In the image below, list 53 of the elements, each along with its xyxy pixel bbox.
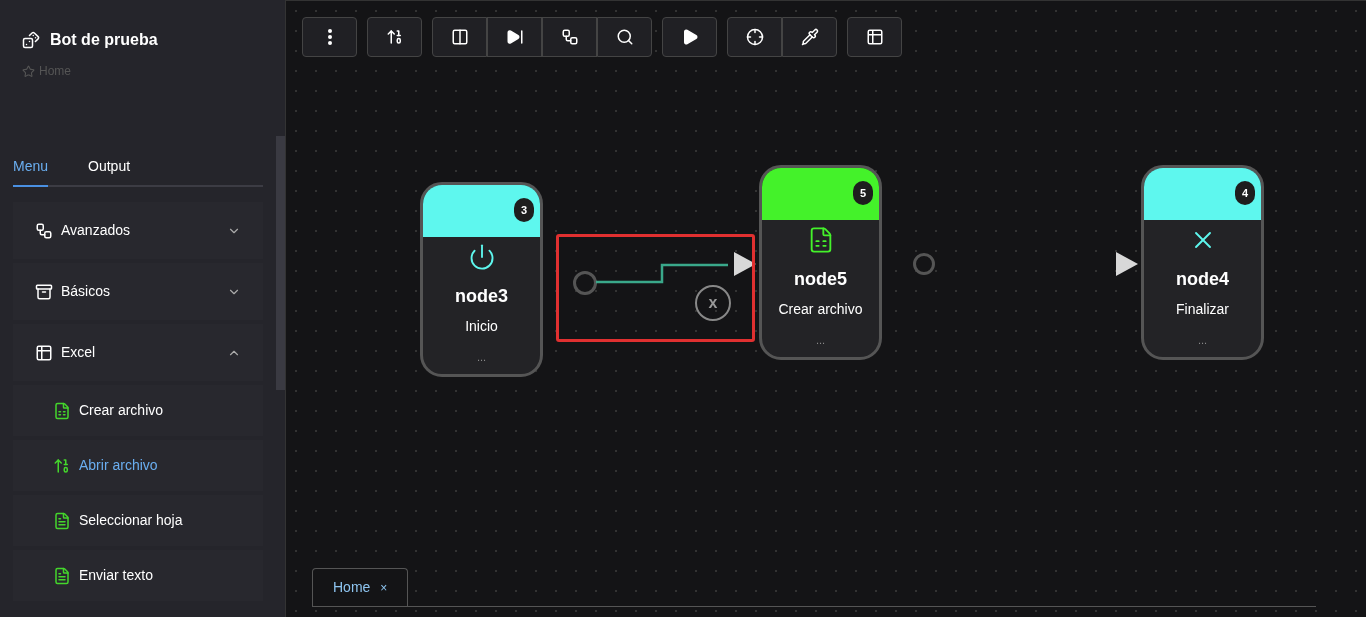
connect-button[interactable] — [542, 17, 597, 57]
eyedropper-icon — [800, 28, 819, 46]
table-icon — [865, 28, 884, 46]
nodes-icon — [560, 28, 579, 46]
document-icon — [53, 566, 71, 585]
node-label: Finalizar — [1176, 300, 1229, 319]
target-button[interactable] — [727, 17, 782, 57]
close-icon[interactable]: × — [380, 578, 388, 597]
more-vertical-icon — [327, 29, 332, 45]
sidebar-tab[interactable]: Menu — [13, 156, 49, 187]
sort-button[interactable] — [367, 17, 422, 57]
node-title: node3 — [455, 285, 508, 308]
skip-button[interactable] — [487, 17, 542, 57]
output-handle[interactable] — [913, 253, 935, 275]
archive-icon — [35, 282, 53, 301]
flow-node[interactable]: 5 node5 Crear archivo ... — [759, 165, 882, 360]
flow-node[interactable]: 3 node3 Inicio ... — [420, 182, 543, 377]
columns-icon — [450, 28, 469, 46]
node-label: Crear archivo — [778, 300, 863, 319]
node-badge: 5 — [853, 181, 873, 205]
fast-forward-icon — [505, 28, 524, 46]
node-more: ... — [476, 350, 487, 365]
node-badge: 3 — [514, 198, 534, 222]
node-title: node5 — [794, 268, 847, 291]
crosshair-icon — [745, 28, 764, 46]
input-arrow-handle[interactable] — [1116, 252, 1138, 276]
table-button[interactable] — [847, 17, 902, 57]
node-title: node4 — [1176, 268, 1229, 291]
sort-numeric-icon — [53, 456, 71, 475]
layout-button[interactable] — [432, 17, 487, 57]
network-icon — [35, 221, 53, 240]
table-icon — [35, 343, 53, 362]
run-button[interactable] — [662, 17, 717, 57]
spreadsheet-file-icon — [53, 401, 71, 420]
output-handle[interactable] — [573, 271, 597, 295]
search-button[interactable] — [597, 17, 652, 57]
sort-numeric-icon — [385, 28, 404, 46]
canvas-tab[interactable]: Home × — [312, 568, 409, 606]
node-label: Inicio — [465, 317, 498, 336]
star-icon — [22, 64, 35, 78]
node-more: ... — [815, 333, 826, 348]
scrollbar[interactable] — [276, 136, 285, 390]
document-icon — [53, 511, 71, 530]
picker-button[interactable] — [782, 17, 837, 57]
flow-node[interactable]: 4 node4 Finalizar ... — [1141, 165, 1264, 360]
search-icon — [615, 28, 634, 46]
app-title: Bot de prueba — [50, 30, 158, 50]
node-badge: 4 — [1235, 181, 1255, 205]
edge-selection-box[interactable]: x — [556, 234, 755, 342]
node-more: ... — [1197, 333, 1208, 348]
delete-edge-button[interactable]: x — [695, 285, 731, 321]
more-button[interactable] — [302, 17, 357, 57]
sidebar-tab[interactable]: Output — [88, 156, 131, 187]
